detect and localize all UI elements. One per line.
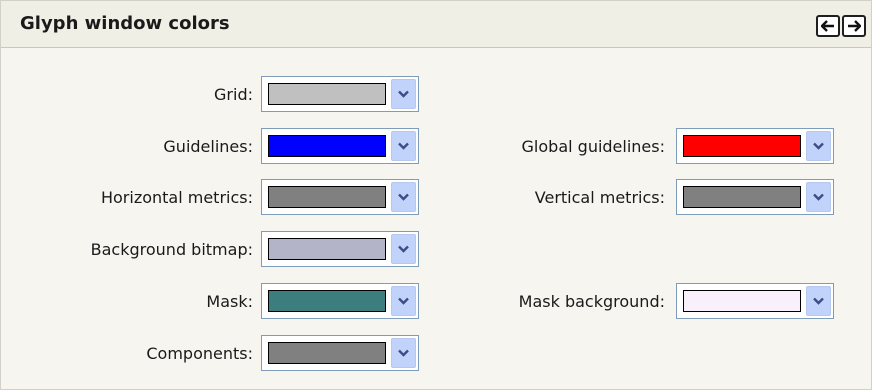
mask-background-color-swatch <box>683 290 801 312</box>
horizontal-metrics-dropdown-button[interactable] <box>391 182 416 212</box>
grid-dropdown-button[interactable] <box>391 79 416 109</box>
background-bitmap-dropdown-button[interactable] <box>391 234 416 264</box>
vertical-metrics-color-picker[interactable] <box>676 179 834 215</box>
horizontal-metrics-color-swatch <box>268 186 386 208</box>
panel-title: Glyph window colors <box>20 13 230 34</box>
global-guidelines-color-swatch <box>683 135 801 157</box>
mask-dropdown-button[interactable] <box>391 286 416 316</box>
glyph-window-colors-panel: Glyph window colors Grid: Guidelines: Gl… <box>0 0 872 390</box>
grid-color-swatch <box>268 83 386 105</box>
global-guidelines-color-picker[interactable] <box>676 128 834 164</box>
chevron-down-icon <box>398 245 409 253</box>
vertical-metrics-label: Vertical metrics: <box>534 188 665 207</box>
chevron-down-icon <box>398 142 409 150</box>
vertical-metrics-color-swatch <box>683 186 801 208</box>
chevron-down-icon <box>813 193 824 201</box>
background-bitmap-color-swatch <box>268 238 386 260</box>
grid-label: Grid: <box>214 85 253 104</box>
chevron-down-icon <box>398 193 409 201</box>
chevron-down-icon <box>813 297 824 305</box>
chevron-down-icon <box>398 349 409 357</box>
components-dropdown-button[interactable] <box>391 338 416 368</box>
guidelines-color-picker[interactable] <box>261 128 419 164</box>
mask-background-color-picker[interactable] <box>676 283 834 319</box>
grid-color-picker[interactable] <box>261 76 419 112</box>
background-bitmap-label: Background bitmap: <box>90 240 253 259</box>
previous-page-button[interactable] <box>816 15 840 37</box>
vertical-metrics-dropdown-button[interactable] <box>806 182 831 212</box>
next-page-button[interactable] <box>842 15 866 37</box>
guidelines-color-swatch <box>268 135 386 157</box>
global-guidelines-label: Global guidelines: <box>521 137 665 156</box>
mask-label: Mask: <box>206 292 253 311</box>
chevron-down-icon <box>813 142 824 150</box>
guidelines-dropdown-button[interactable] <box>391 131 416 161</box>
panel-header: Glyph window colors <box>1 1 871 48</box>
mask-background-dropdown-button[interactable] <box>806 286 831 316</box>
horizontal-metrics-label: Horizontal metrics: <box>100 188 253 207</box>
background-bitmap-color-picker[interactable] <box>261 231 419 267</box>
components-color-swatch <box>268 342 386 364</box>
components-label: Components: <box>146 344 253 363</box>
arrow-right-icon <box>847 20 861 32</box>
mask-color-swatch <box>268 290 386 312</box>
components-color-picker[interactable] <box>261 335 419 371</box>
chevron-down-icon <box>398 297 409 305</box>
chevron-down-icon <box>398 90 409 98</box>
arrow-left-icon <box>821 20 835 32</box>
guidelines-label: Guidelines: <box>163 137 253 156</box>
global-guidelines-dropdown-button[interactable] <box>806 131 831 161</box>
horizontal-metrics-color-picker[interactable] <box>261 179 419 215</box>
mask-color-picker[interactable] <box>261 283 419 319</box>
mask-background-label: Mask background: <box>518 292 665 311</box>
